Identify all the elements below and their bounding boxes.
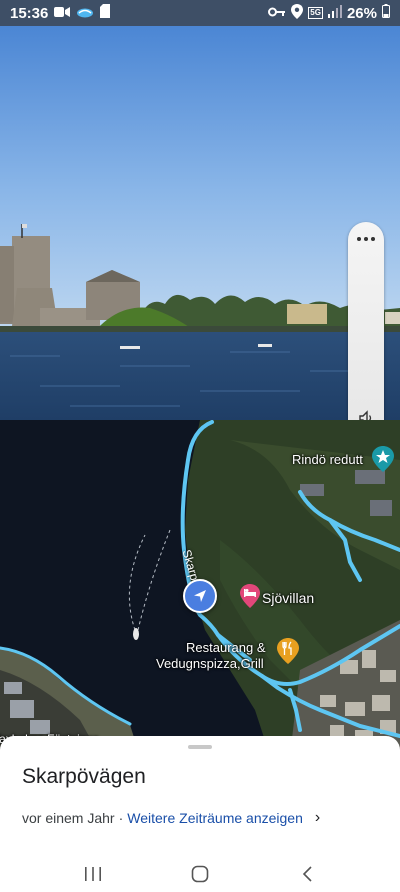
street-view-controls — [348, 222, 384, 420]
bottom-sheet[interactable]: Skarpövägen vor einem Jahr · Weitere Zei… — [0, 736, 400, 856]
cloud-icon — [76, 5, 94, 22]
video-camera-icon — [54, 5, 71, 22]
network-5g-icon: 5G — [308, 7, 323, 19]
more-dots-icon[interactable] — [348, 230, 384, 248]
back-icon[interactable] — [287, 859, 327, 889]
place-label-sjovillan[interactable]: Sjövillan — [262, 590, 314, 606]
status-bar: 15:36 5G 26% — [0, 0, 400, 26]
hotel-icon[interactable] — [240, 584, 260, 608]
place-label-rindo-redutt[interactable]: Rindö redutt — [292, 452, 363, 467]
time-ago-text: vor einem Jahr — [22, 810, 115, 826]
current-location-marker[interactable] — [183, 579, 217, 613]
battery-percent: 26% — [346, 4, 377, 22]
place-label-restaurang-line2[interactable]: Vedugnspizza,Grill — [156, 656, 264, 671]
sheet-title: Skarpövägen — [22, 765, 146, 788]
chevron-right-icon[interactable]: › — [315, 809, 320, 827]
signal-icon — [327, 4, 342, 22]
system-nav-bar — [0, 856, 400, 892]
speaker-icon[interactable] — [352, 404, 380, 420]
home-icon[interactable] — [180, 859, 220, 889]
street-view-panorama[interactable] — [0, 26, 400, 420]
battery-icon — [382, 4, 390, 22]
sim-card-icon — [100, 4, 111, 22]
sheet-subtitle: vor einem Jahr · Weitere Zeiträume anzei… — [22, 809, 320, 827]
recent-apps-icon[interactable] — [73, 859, 113, 889]
sheet-drag-handle[interactable] — [188, 745, 212, 749]
key-icon — [268, 5, 286, 22]
status-time: 15:36 — [10, 4, 49, 22]
place-label-restaurang-line1[interactable]: Restaurang & — [186, 640, 266, 655]
landmark-icon[interactable] — [372, 446, 394, 472]
restaurant-icon[interactable] — [277, 638, 299, 664]
more-time-periods-link[interactable]: Weitere Zeiträume anzeigen — [127, 810, 303, 826]
separator: · — [118, 810, 124, 826]
location-icon — [291, 3, 304, 23]
